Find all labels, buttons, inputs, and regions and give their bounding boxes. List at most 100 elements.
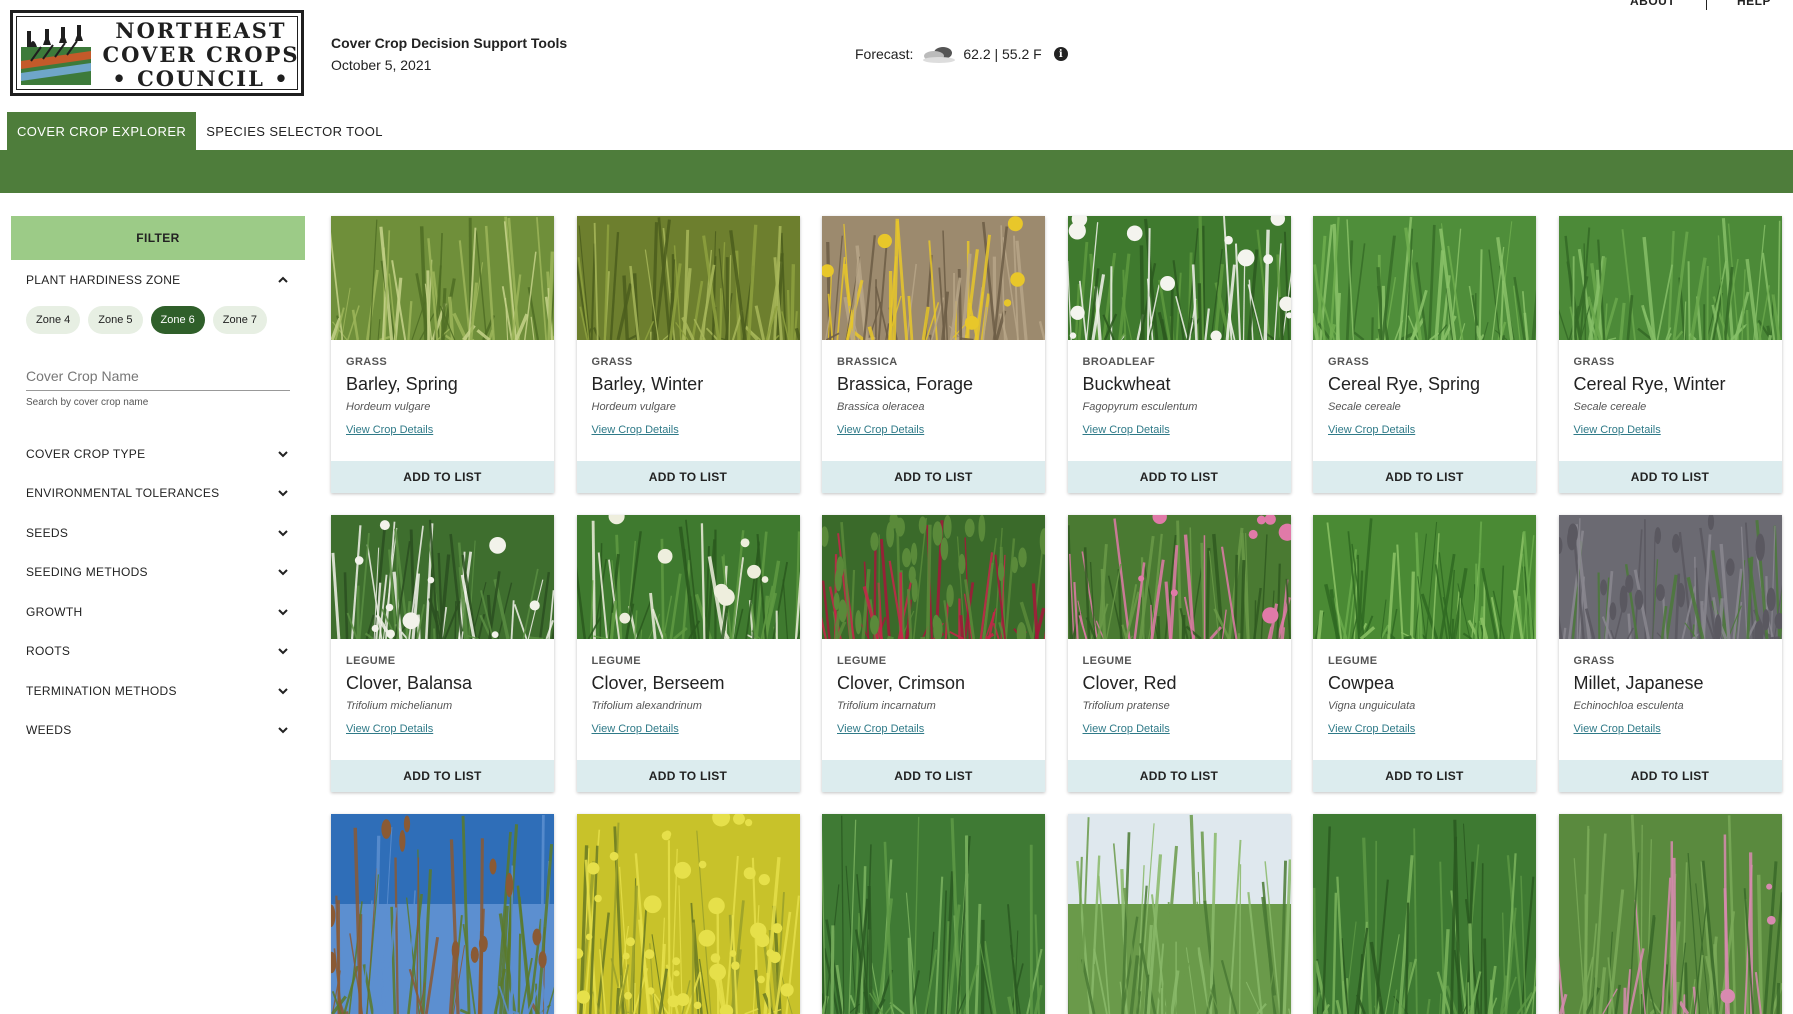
zone-chip-7[interactable]: Zone 7 (213, 306, 267, 334)
crop-scientific-name: Trifolium pratense (1083, 700, 1276, 712)
filter-label: ENVIRONMENTAL TOLERANCES (26, 486, 219, 500)
crop-scientific-name: Hordeum vulgare (346, 401, 539, 413)
view-crop-details-link[interactable]: View Crop Details (592, 424, 679, 436)
filter-label: COVER CROP TYPE (26, 447, 145, 461)
zone-chip-5[interactable]: Zone 5 (88, 306, 142, 334)
crop-card-body: LEGUMEClover, RedTrifolium pratenseView … (1068, 639, 1291, 737)
add-to-list-button[interactable]: ADD TO LIST (1313, 760, 1536, 792)
view-crop-details-link[interactable]: View Crop Details (346, 424, 433, 436)
app-date: October 5, 2021 (331, 57, 567, 73)
filter-roots[interactable]: ROOTS (11, 632, 305, 672)
forecast: Forecast: 62.2 | 55.2 F i (855, 44, 1068, 64)
crop-card (1559, 814, 1782, 1014)
zone-chip-6[interactable]: Zone 6 (151, 306, 205, 334)
crop-card-body: LEGUMEClover, BalansaTrifolium michelian… (331, 639, 554, 737)
view-crop-details-link[interactable]: View Crop Details (1083, 723, 1170, 735)
crop-type: LEGUME (1083, 655, 1276, 667)
crop-photo (331, 515, 554, 639)
about-link[interactable]: ABOUT (1630, 0, 1675, 8)
crop-card: GRASS Barley, Winter Hordeum vulgare View C… (577, 216, 800, 493)
filter-seeds[interactable]: SEEDS (11, 513, 305, 553)
crop-card-grid: GRASSBarley, SpringHordeum vulgareView C… (331, 216, 1783, 1014)
app-header: NORTHEAST COVER CROPS • COUNCIL • Cover … (0, 0, 1793, 120)
crop-card (1313, 814, 1536, 1014)
crop-card: LEGUMEClover, RedTrifolium pratenseView … (1068, 515, 1291, 792)
view-crop-details-link[interactable]: View Crop Details (1574, 424, 1661, 436)
filter-cover-crop-type[interactable]: COVER CROP TYPE (11, 434, 305, 474)
cover-crop-name-input[interactable] (26, 364, 290, 391)
logo-text: NORTHEAST COVER CROPS • COUNCIL • (101, 19, 301, 91)
crop-card: GRASSBarley, SpringHordeum vulgareView C… (331, 216, 554, 493)
crop-card-body: BRASSICABrassica, ForageBrassica olerace… (822, 340, 1045, 438)
add-to-list-button[interactable]: ADD TO LIST (577, 461, 800, 493)
chevron-up-icon (276, 273, 290, 287)
add-to-list-button[interactable]: ADD TO LIST (331, 760, 554, 792)
zone-chip-4[interactable]: Zone 4 (26, 306, 80, 334)
logo-line-1: NORTHEAST (101, 19, 301, 43)
ncc-logo[interactable]: NORTHEAST COVER CROPS • COUNCIL • (10, 10, 304, 96)
crop-name: Clover, Balansa (346, 673, 539, 694)
logo-art-icon (21, 21, 91, 85)
crop-type: LEGUME (837, 655, 1030, 667)
add-to-list-button[interactable]: ADD TO LIST (822, 461, 1045, 493)
crop-card-body: GRASS Barley, Winter Hordeum vulgare View C… (577, 340, 800, 438)
filter-label: SEEDING METHODS (26, 565, 148, 579)
crop-photo (822, 814, 1045, 1014)
help-link[interactable]: HELP (1737, 0, 1771, 8)
crop-type: GRASS (1574, 356, 1767, 368)
add-to-list-button[interactable]: ADD TO LIST (577, 760, 800, 792)
crop-photo (822, 216, 1045, 340)
search-wrap: Search by cover crop name (11, 364, 305, 408)
forecast-value: 62.2 | 55.2 F (963, 46, 1041, 62)
view-crop-details-link[interactable]: View Crop Details (837, 723, 924, 735)
filter-environmental-tolerances[interactable]: ENVIRONMENTAL TOLERANCES (11, 474, 305, 514)
add-to-list-button[interactable]: ADD TO LIST (822, 760, 1045, 792)
crop-card: GRASSMillet, JapaneseEchinochloa esculen… (1559, 515, 1782, 792)
crop-type: LEGUME (1328, 655, 1521, 667)
chevron-down-icon (276, 526, 290, 540)
view-crop-details-link[interactable]: View Crop Details (592, 723, 679, 735)
app-title: Cover Crop Decision Support Tools (331, 35, 567, 51)
crop-scientific-name: Trifolium incarnatum (837, 700, 1030, 712)
add-to-list-button[interactable]: ADD TO LIST (1559, 461, 1782, 493)
crop-type: GRASS (1328, 356, 1521, 368)
crop-photo (1313, 814, 1536, 1014)
view-crop-details-link[interactable]: View Crop Details (837, 424, 924, 436)
crop-scientific-name: Trifolium michelianum (346, 700, 539, 712)
filter-seeding-methods[interactable]: SEEDING METHODS (11, 553, 305, 593)
tab-species-selector-tool[interactable]: SPECIES SELECTOR TOOL (196, 112, 393, 150)
hardiness-zone-header[interactable]: PLANT HARDINESS ZONE (11, 260, 305, 300)
tab-cover-crop-explorer[interactable]: COVER CROP EXPLORER (7, 112, 196, 150)
crop-photo (1068, 814, 1291, 1014)
filter-termination-methods[interactable]: TERMINATION METHODS (11, 671, 305, 711)
crop-scientific-name: Hordeum vulgare (592, 401, 785, 413)
crop-name: Barley, Winter (592, 374, 785, 395)
view-crop-details-link[interactable]: View Crop Details (1574, 723, 1661, 735)
view-crop-details-link[interactable]: View Crop Details (346, 723, 433, 735)
crop-name: Cowpea (1328, 673, 1521, 694)
hardiness-zone-label: PLANT HARDINESS ZONE (26, 273, 180, 287)
accent-bar (0, 150, 1793, 193)
crop-photo (331, 216, 554, 340)
filter-growth[interactable]: GROWTH (11, 592, 305, 632)
view-crop-details-link[interactable]: View Crop Details (1328, 424, 1415, 436)
crop-card-body: LEGUMECowpeaVigna unguiculataView Crop D… (1313, 639, 1536, 737)
crop-type: BRASSICA (837, 356, 1030, 368)
add-to-list-button[interactable]: ADD TO LIST (1313, 461, 1536, 493)
crop-photo (1068, 216, 1291, 340)
filter-button[interactable]: FILTER (11, 216, 305, 260)
crop-type: GRASS (592, 356, 785, 368)
filter-label: ROOTS (26, 644, 70, 658)
info-icon[interactable]: i (1054, 47, 1068, 61)
view-crop-details-link[interactable]: View Crop Details (1328, 723, 1415, 735)
view-crop-details-link[interactable]: View Crop Details (1083, 424, 1170, 436)
crop-photo (331, 814, 554, 1014)
filter-weeds[interactable]: WEEDS (11, 711, 305, 751)
add-to-list-button[interactable]: ADD TO LIST (1559, 760, 1782, 792)
crop-card: BROADLEAFBuckwheatFagopyrum esculentumVi… (1068, 216, 1291, 493)
add-to-list-button[interactable]: ADD TO LIST (1068, 461, 1291, 493)
add-to-list-button[interactable]: ADD TO LIST (1068, 760, 1291, 792)
crop-photo (822, 515, 1045, 639)
crop-scientific-name: Secale cereale (1574, 401, 1767, 413)
add-to-list-button[interactable]: ADD TO LIST (331, 461, 554, 493)
